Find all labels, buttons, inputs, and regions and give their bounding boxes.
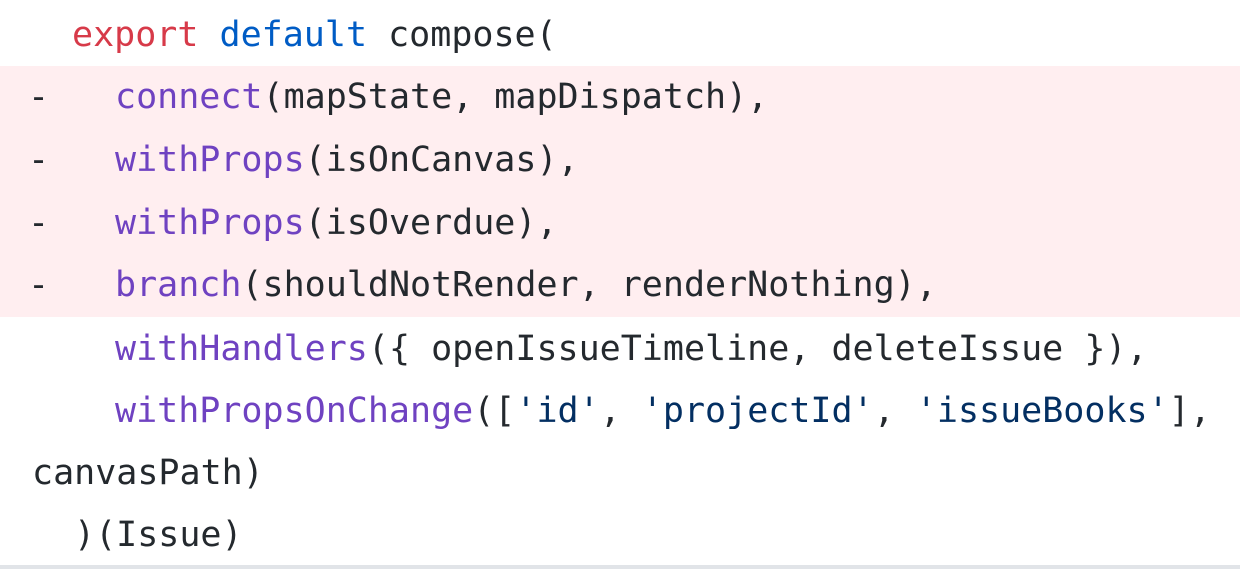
code-token: 'projectId': [641, 391, 874, 431]
removed-code-line: - connect(mapState, mapDispatch),: [0, 66, 1240, 129]
code-token: compose(: [367, 15, 557, 55]
code-line-content: withProps(isOverdue),: [115, 192, 558, 255]
code-token: withProps: [115, 203, 305, 243]
code-token: ([: [473, 391, 516, 431]
code-token: withHandlers: [115, 329, 368, 369]
code-line-content: canvasPath): [32, 442, 264, 505]
code-token: 'issueBooks': [915, 391, 1169, 431]
code-diff-view: export default compose( - connect(mapSta…: [0, 0, 1240, 569]
code-line: )(Issue): [0, 504, 1240, 567]
code-line-content: )(Issue): [74, 504, 243, 567]
code-token: ,: [873, 391, 916, 431]
code-line-content: withProps(isOnCanvas),: [115, 129, 579, 192]
diff-removed-marker: -: [28, 140, 50, 180]
code-line: canvasPath): [0, 442, 1240, 505]
code-token: (isOverdue),: [304, 203, 558, 243]
diff-removed-marker: -: [28, 203, 50, 243]
removed-code-line: - withProps(isOnCanvas),: [0, 129, 1240, 192]
code-token: 'id': [515, 391, 600, 431]
code-line-content: withPropsOnChange(['id', 'projectId', 'i…: [115, 380, 1211, 443]
bottom-divider: [0, 565, 1240, 569]
code-line-content: connect(mapState, mapDispatch),: [115, 66, 768, 129]
code-token: default: [219, 15, 368, 55]
code-token: withProps: [115, 140, 305, 180]
diff-removed-marker: -: [28, 77, 50, 117]
code-token: canvasPath): [32, 453, 264, 493]
code-line: withHandlers({ openIssueTimeline, delete…: [0, 318, 1240, 381]
removed-code-line: - withProps(isOverdue),: [0, 192, 1240, 255]
removed-code-line: - branch(shouldNotRender, renderNothing)…: [0, 254, 1240, 317]
code-token: withPropsOnChange: [115, 391, 474, 431]
code-token: (mapState, mapDispatch),: [262, 77, 769, 117]
code-token: (isOnCanvas),: [304, 140, 579, 180]
code-token: ],: [1168, 391, 1211, 431]
code-token: export: [72, 15, 199, 55]
code-line: export default compose(: [0, 4, 1240, 67]
diff-removed-marker: -: [28, 265, 50, 305]
code-token: branch: [115, 265, 242, 305]
code-line-content: branch(shouldNotRender, renderNothing),: [115, 254, 937, 317]
code-line-content: withHandlers({ openIssueTimeline, delete…: [115, 318, 1148, 381]
code-token: ,: [599, 391, 642, 431]
code-token: ({ openIssueTimeline, deleteIssue }),: [367, 329, 1148, 369]
code-line: withPropsOnChange(['id', 'projectId', 'i…: [0, 380, 1240, 443]
code-line-content: export default compose(: [72, 4, 557, 67]
code-token: (shouldNotRender, renderNothing),: [241, 265, 937, 305]
code-token: )(Issue): [74, 515, 243, 555]
code-token: connect: [115, 77, 263, 117]
